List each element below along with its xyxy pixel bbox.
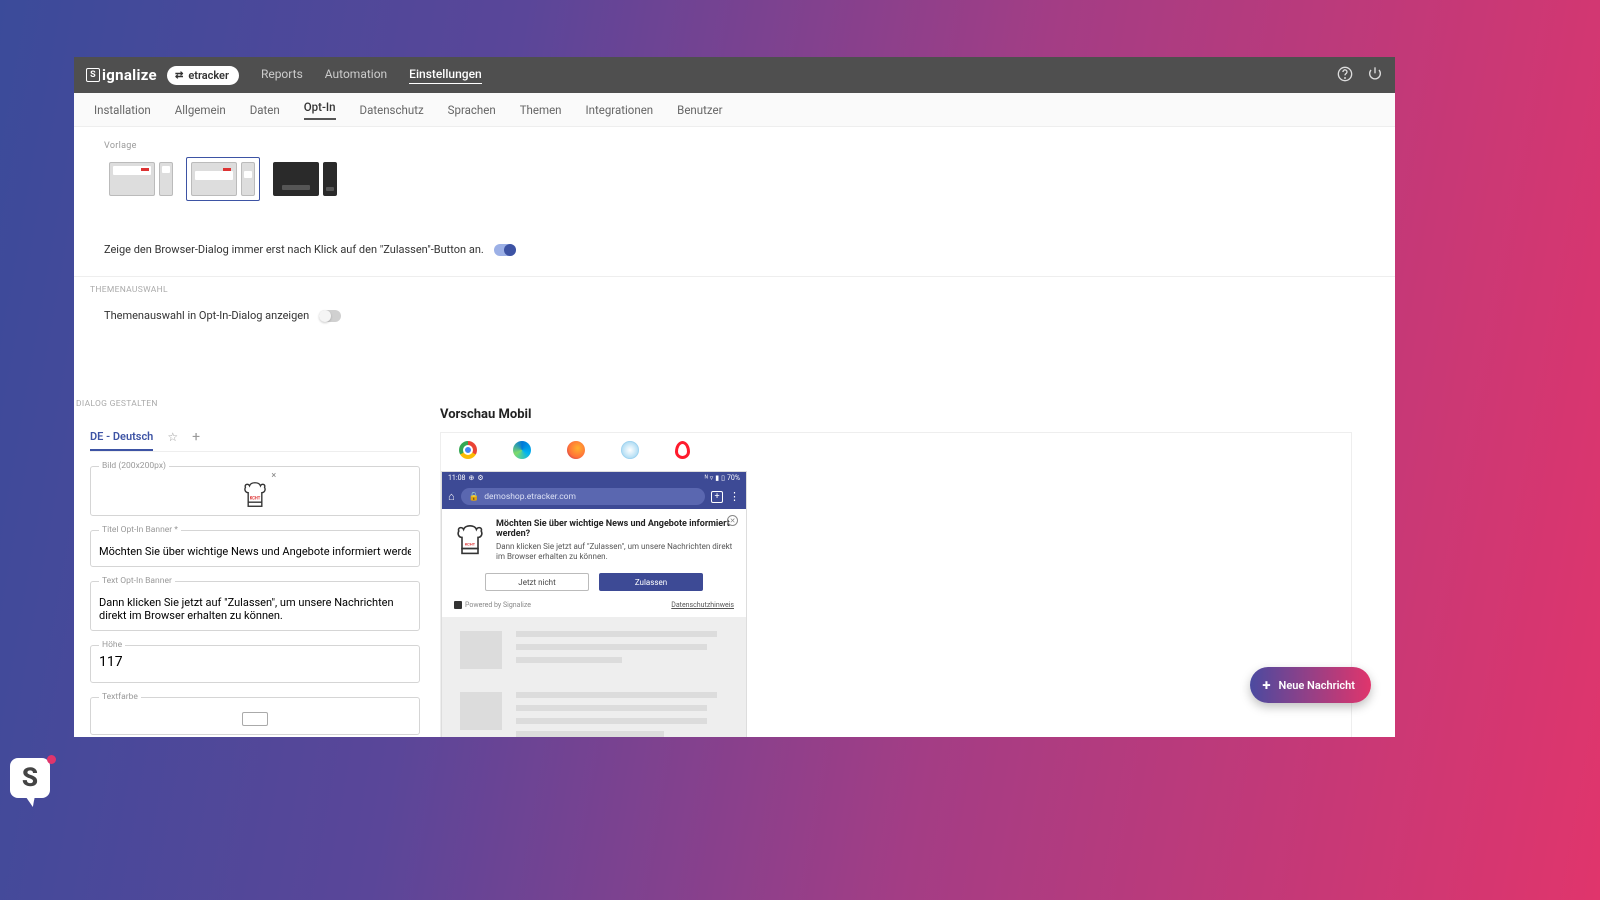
title-field-label: Titel Opt-In Banner * — [99, 525, 181, 535]
optin-dialog: ✕ KCHT Möchten Sie über wichtige News un… — [442, 509, 746, 617]
text-field[interactable]: Text Opt-In Banner — [90, 581, 420, 631]
battery-icon: ▯ — [721, 474, 725, 482]
chrome-icon[interactable] — [459, 441, 477, 459]
top-nav: Reports Automation Einstellungen — [261, 67, 482, 84]
address-bar[interactable]: 🔒 demoshop.etracker.com — [461, 488, 705, 505]
swap-icon: ⇄ — [175, 70, 183, 81]
dialog-close-button[interactable]: ✕ — [727, 515, 738, 526]
phone-preview: 11:08⊕⚙ ᴺ▿▮▯70% ⌂ 🔒 demoshop.etracker.co… — [441, 471, 747, 737]
chef-hat-icon: KCHT — [241, 479, 269, 509]
dialog-text: Dann klicken Sie jetzt auf "Zulassen", u… — [496, 542, 734, 563]
themen-toggle-label: Themenauswahl in Opt-In-Dialog anzeigen — [104, 309, 309, 322]
plus-icon: + — [1262, 676, 1270, 694]
textcolor-field[interactable]: Textfarbe — [90, 697, 420, 735]
textcolor-field-label: Textfarbe — [99, 692, 141, 702]
new-message-button[interactable]: + Neue Nachricht — [1250, 667, 1371, 703]
themen-toggle[interactable] — [319, 310, 341, 322]
phone-urlbar: ⌂ 🔒 demoshop.etracker.com + ⋮ — [442, 484, 746, 509]
browser-dialog-label: Zeige den Browser-Dialog immer erst nach… — [104, 243, 484, 256]
phone-content-skeleton — [442, 617, 746, 737]
language-tab-de[interactable]: DE - Deutsch — [90, 430, 153, 451]
sub-nav: Installation Allgemein Daten Opt-In Date… — [74, 93, 1395, 127]
remove-image-button[interactable]: × — [271, 471, 276, 481]
edge-icon[interactable] — [513, 441, 531, 459]
height-field-label: Höhe — [99, 640, 125, 650]
dialog-gestalten-heading: DIALOG GESTALTEN — [76, 399, 420, 409]
safari-icon[interactable] — [621, 441, 639, 459]
preview-title: Vorschau Mobil — [440, 407, 1352, 422]
star-icon[interactable]: ☆ — [167, 430, 178, 444]
new-tab-icon[interactable]: + — [711, 491, 723, 503]
privacy-link[interactable]: Datenschutzhinweis — [671, 601, 734, 609]
subnav-themen[interactable]: Themen — [520, 103, 562, 117]
text-field-label: Text Opt-In Banner — [99, 576, 175, 586]
template-option-1[interactable] — [104, 157, 178, 201]
dialog-title: Möchten Sie über wichtige News und Angeb… — [496, 519, 734, 539]
height-field[interactable]: Höhe — [90, 645, 420, 683]
signalize-badge-icon: S — [10, 758, 54, 808]
help-icon[interactable] — [1337, 66, 1353, 85]
template-option-3[interactable] — [268, 157, 342, 201]
browser-picker — [441, 433, 1351, 471]
subnav-allgemein[interactable]: Allgemein — [175, 103, 226, 117]
app-window: Signalize ⇄ etracker Reports Automation … — [74, 57, 1395, 737]
brand-logo: Signalize — [86, 66, 157, 84]
color-swatch[interactable] — [242, 712, 268, 726]
subnav-benutzer[interactable]: Benutzer — [677, 103, 722, 117]
form-column: DIALOG GESTALTEN DE - Deutsch ☆ + Bild (… — [90, 399, 420, 737]
content-area: Vorlage Zeige den Browser-Dialog immer e… — [74, 127, 1395, 737]
template-picker — [104, 157, 1379, 201]
svg-text:KCHT: KCHT — [465, 541, 476, 546]
opera-icon[interactable] — [675, 441, 690, 459]
image-field[interactable]: Bild (200x200px) KCHT × — [90, 466, 420, 516]
language-tabs: DE - Deutsch ☆ + — [90, 429, 420, 452]
home-icon[interactable]: ⌂ — [448, 490, 455, 503]
subnav-datenschutz[interactable]: Datenschutz — [360, 103, 424, 117]
add-language-button[interactable]: + — [192, 429, 200, 445]
wifi-icon: ▿ — [710, 474, 714, 482]
subnav-daten[interactable]: Daten — [250, 103, 280, 117]
template-option-2[interactable] — [186, 157, 260, 201]
gear-small-icon: ⚙ — [477, 474, 483, 482]
menu-dots-icon[interactable]: ⋮ — [729, 491, 740, 502]
nav-automation[interactable]: Automation — [325, 67, 387, 84]
svg-text:KCHT: KCHT — [250, 495, 261, 500]
template-label: Vorlage — [104, 141, 1379, 151]
title-input[interactable] — [99, 545, 411, 558]
text-textarea[interactable] — [99, 596, 411, 628]
preview-column: Vorschau Mobil 11:08⊕⚙ ᴺ▿▮▯70% ⌂ 🔒 — [440, 399, 1352, 737]
signal-icon: ▮ — [715, 474, 719, 482]
power-icon[interactable] — [1367, 66, 1383, 85]
topbar: Signalize ⇄ etracker Reports Automation … — [74, 57, 1395, 93]
notif-icon: ⊕ — [468, 474, 474, 482]
phone-statusbar: 11:08⊕⚙ ᴺ▿▮▯70% — [442, 472, 746, 484]
signalize-mark-icon — [454, 601, 462, 609]
subnav-optin[interactable]: Opt-In — [304, 100, 336, 120]
account-pill[interactable]: ⇄ etracker — [167, 66, 239, 85]
nav-settings[interactable]: Einstellungen — [409, 67, 482, 84]
themen-heading: THEMENAUSWAHL — [90, 285, 1379, 295]
dialog-decline-button[interactable]: Jetzt nicht — [485, 573, 589, 591]
lock-icon: 🔒 — [469, 492, 480, 502]
dialog-image: KCHT — [454, 519, 486, 563]
subnav-installation[interactable]: Installation — [94, 103, 151, 117]
powered-by: Powered by Signalize — [454, 601, 531, 609]
title-field[interactable]: Titel Opt-In Banner * — [90, 530, 420, 567]
dialog-allow-button[interactable]: Zulassen — [599, 573, 703, 591]
subnav-integrationen[interactable]: Integrationen — [586, 103, 654, 117]
nfc-icon: ᴺ — [705, 474, 708, 482]
browser-dialog-toggle[interactable] — [494, 244, 516, 256]
subnav-sprachen[interactable]: Sprachen — [448, 103, 496, 117]
nav-reports[interactable]: Reports — [261, 67, 303, 84]
image-field-label: Bild (200x200px) — [99, 461, 169, 471]
firefox-icon[interactable] — [567, 441, 585, 459]
height-input[interactable] — [99, 654, 411, 670]
